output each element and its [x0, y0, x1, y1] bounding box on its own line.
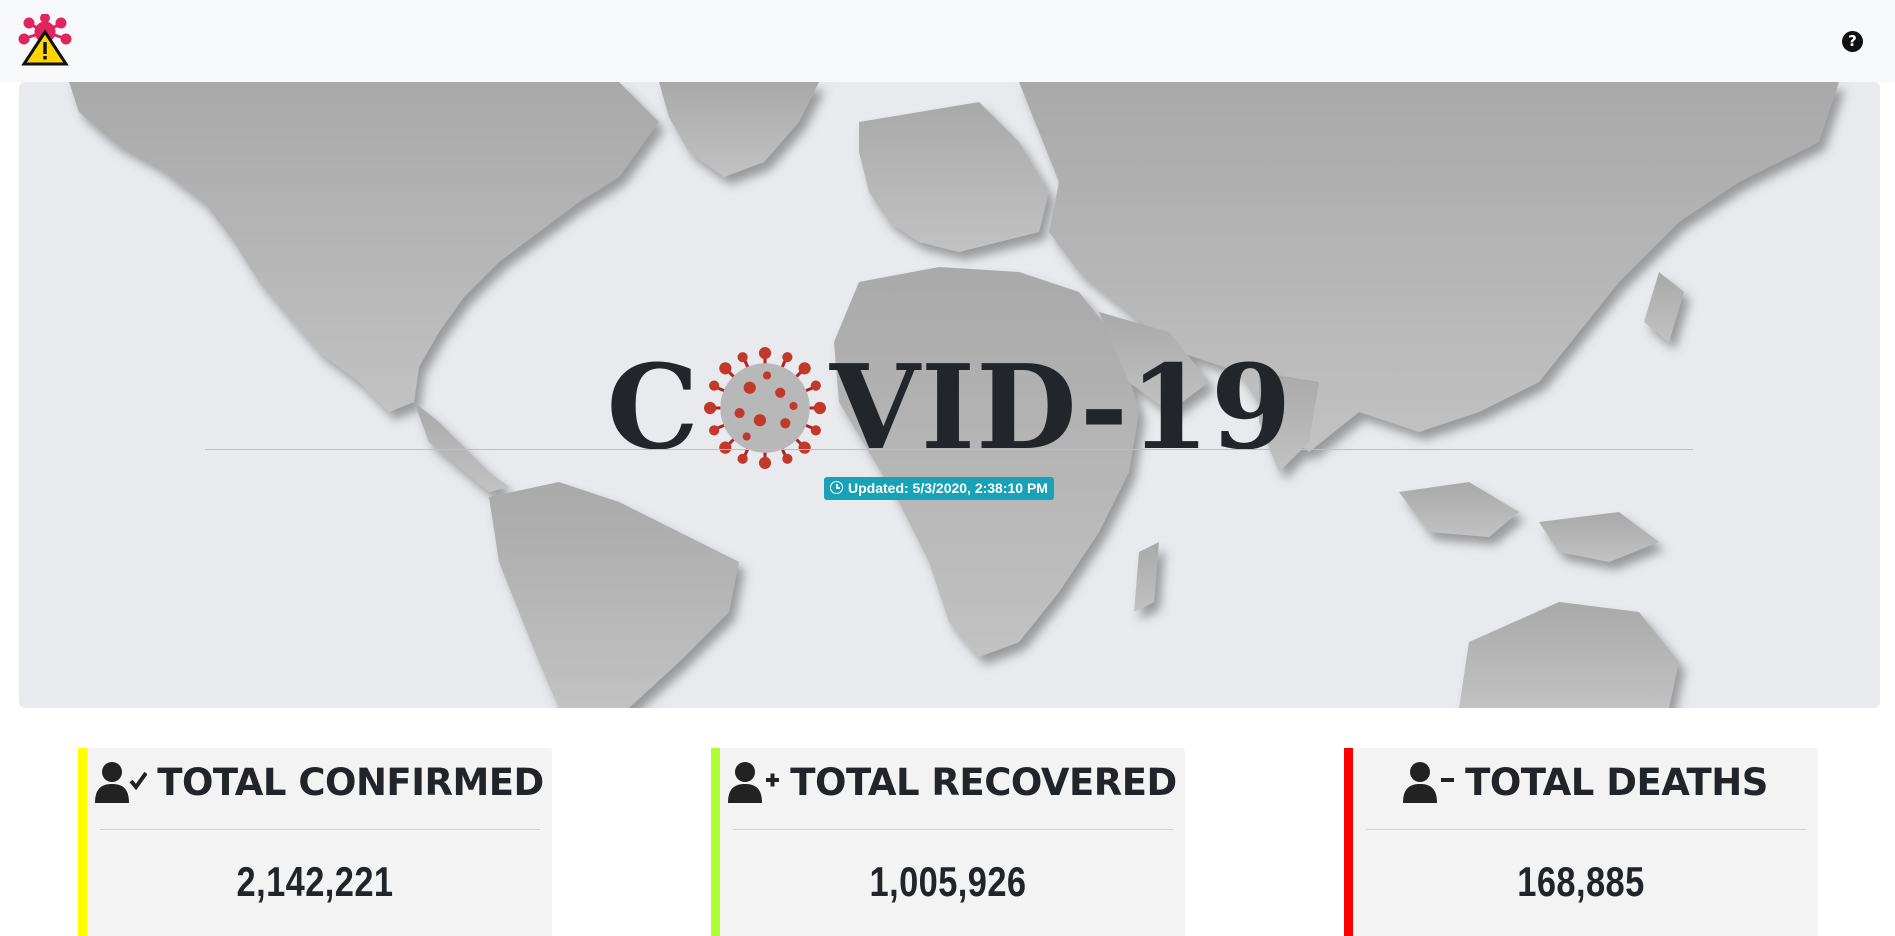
hero-banner: C VID-19 Updated: 5/3/2020, 2:38:10 PM: [19, 82, 1880, 708]
card-total-confirmed: TOTAL CONFIRMED: [78, 748, 552, 936]
updated-label: Updated: 5/3/2020, 2:38:10 PM: [848, 480, 1048, 496]
card-title: TOTAL DEATHS: [1465, 760, 1768, 804]
user-check-icon: [95, 762, 148, 803]
updated-badge: Updated: 5/3/2020, 2:38:10 PM: [824, 477, 1054, 500]
card-accent-bar: [711, 748, 720, 936]
card-divider: [100, 829, 540, 830]
question-circle-icon[interactable]: ?: [1842, 31, 1863, 52]
card-title: TOTAL RECOVERED: [790, 760, 1177, 804]
card-header: TOTAL RECOVERED: [720, 760, 1185, 804]
clock-icon: [830, 481, 843, 494]
card-total-deaths: TOTAL DEATHS: [1344, 748, 1818, 936]
card-value-confirmed: 2,142,221: [236, 858, 394, 905]
card-header: TOTAL CONFIRMED: [87, 760, 552, 804]
card-total-recovered: TOTAL RECOVERED: [711, 748, 1185, 936]
card-value-recovered: 1,005,926: [869, 858, 1027, 905]
page-title: C VID-19: [19, 347, 1880, 479]
title-letter-c: C: [606, 340, 700, 476]
user-plus-icon: [728, 762, 780, 803]
card-title: TOTAL CONFIRMED: [157, 760, 544, 804]
virus-warning-logo-icon[interactable]: [18, 14, 72, 66]
top-navbar: ?: [0, 0, 1895, 82]
card-value-deaths: 168,885: [1517, 858, 1645, 905]
card-accent-bar: [78, 748, 87, 936]
card-accent-bar: [1344, 748, 1353, 936]
coronavirus-icon: [703, 347, 826, 469]
hero-divider: [205, 449, 1693, 450]
title-rest: VID-19: [829, 340, 1293, 476]
card-header: TOTAL DEATHS: [1353, 760, 1818, 804]
card-divider: [1366, 829, 1806, 830]
card-divider: [733, 829, 1173, 830]
user-minus-icon: [1403, 762, 1455, 803]
